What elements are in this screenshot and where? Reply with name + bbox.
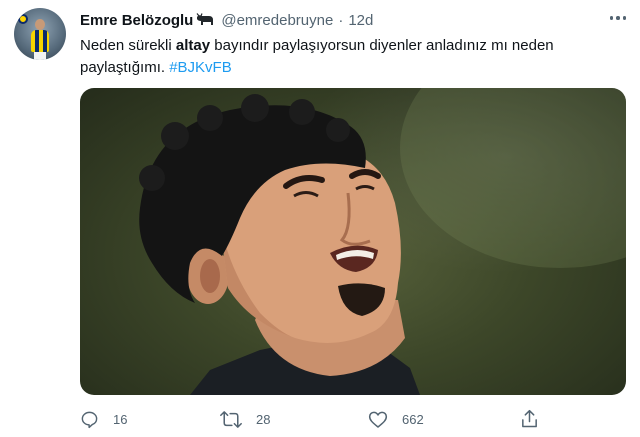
reply-icon [81,411,98,428]
like-count: 662 [402,411,424,427]
reply-count: 16 [113,411,128,427]
avatar-legs [34,52,46,60]
retweet-count: 28 [256,411,271,427]
timestamp[interactable]: 12d [348,12,373,29]
hashtag-link[interactable]: #BJKvFB [169,59,232,76]
retweet-icon [220,410,242,428]
club-badge-icon [18,14,28,24]
football-player-photo [139,88,626,395]
avatar-head [35,19,45,30]
tweet-photo[interactable] [80,88,626,395]
tweet-text: Neden sürekli altay bayındır paylaşıyors… [80,35,620,79]
bull-icon [195,13,215,27]
more-options-icon[interactable] [606,8,630,28]
share-icon [522,409,537,428]
display-name[interactable]: Emre Belözoglu [80,12,193,29]
retweet-button[interactable]: 28 [220,404,270,434]
reply-button[interactable]: 16 [80,404,127,434]
separator-dot: · [338,11,344,29]
avatar-jersey [31,30,49,52]
tweet-header: Emre Belözoglu @emredebruyne · 12d [80,10,373,30]
user-handle[interactable]: @emredebruyne [221,12,333,29]
avatar[interactable] [14,8,66,60]
tweet-text-start: Neden sürekli [80,37,176,54]
tweet-actions: 16 28 662 [80,404,550,434]
share-button[interactable] [520,404,539,434]
like-button[interactable]: 662 [368,404,424,434]
tweet-text-bold: altay [175,37,211,54]
heart-icon [368,411,388,428]
